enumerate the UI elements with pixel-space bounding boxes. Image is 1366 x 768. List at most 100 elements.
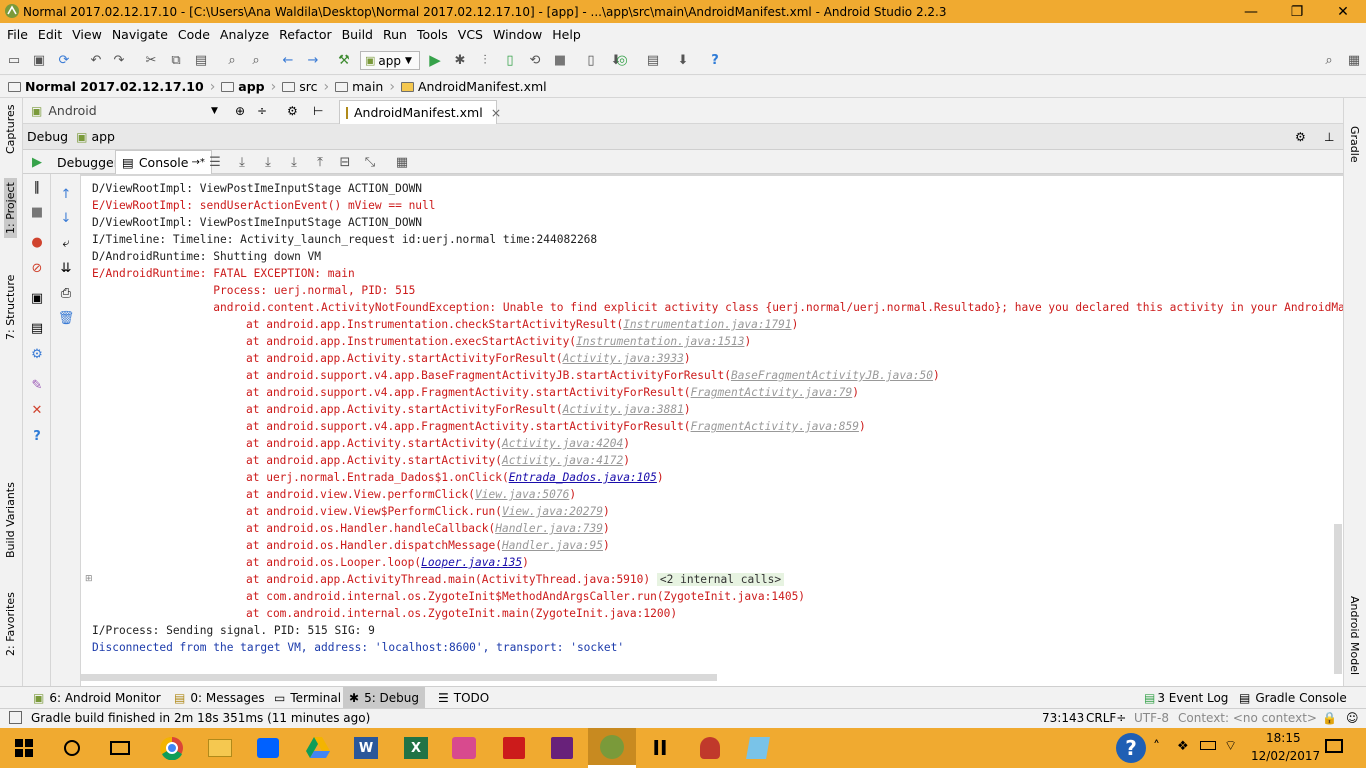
step-into-icon[interactable]: ⤓ [259, 153, 277, 171]
tool-window-toggle-icon[interactable] [9, 711, 22, 724]
internal-calls-hint[interactable]: <2 internal calls> [656, 573, 785, 586]
restore-layout-icon[interactable]: ▤ [29, 320, 45, 336]
pin-icon[interactable]: ✎ [29, 377, 45, 393]
fold-expand-icon[interactable]: ⊞ [85, 571, 93, 588]
paste-icon[interactable]: ▤ [192, 51, 210, 69]
menu-help[interactable]: Help [547, 27, 586, 42]
visual-studio-icon[interactable] [538, 728, 586, 768]
stack-frame-link[interactable]: FragmentActivity.java:79 [691, 386, 853, 399]
stack-frame-link[interactable]: Instrumentation.java:1791 [623, 318, 791, 331]
attach-debugger-icon[interactable]: ⫶ [476, 51, 494, 69]
breadcrumb-app[interactable]: app [221, 79, 265, 94]
menu-run[interactable]: Run [378, 27, 412, 42]
forward-icon[interactable]: → [304, 51, 322, 69]
tab-project[interactable]: 1: Project [4, 178, 17, 238]
cpu-z-icon[interactable]: II [636, 728, 684, 768]
clock-time[interactable]: 18:15 [1266, 731, 1301, 745]
notification-icon[interactable] [1325, 739, 1343, 753]
mute-breakpoints-icon[interactable]: ⊘ [29, 260, 45, 276]
save-icon[interactable]: ▣ [30, 51, 48, 69]
breadcrumb-main[interactable]: main [335, 79, 383, 94]
make-project-icon[interactable]: ⚒ [335, 51, 353, 69]
copy-icon[interactable]: ⧉ [167, 51, 185, 69]
redo-icon[interactable]: ↷ [110, 51, 128, 69]
sdk-download-icon[interactable]: ⬇ [674, 51, 692, 69]
rerun-icon[interactable]: ⟲ [526, 51, 544, 69]
menu-code[interactable]: Code [173, 27, 215, 42]
help-icon[interactable]: ? [29, 428, 45, 444]
search-icon[interactable]: ⌕ [223, 51, 241, 69]
open-folder-icon[interactable]: ▭ [5, 51, 23, 69]
down-arrow-icon[interactable]: ↓ [58, 210, 74, 226]
run-config-select[interactable]: ▣ app ▼ [360, 51, 420, 70]
close-icon[interactable]: ✕ [29, 402, 45, 418]
minimize-button[interactable]: — [1228, 0, 1274, 23]
menu-edit[interactable]: Edit [33, 27, 67, 42]
evaluate-icon[interactable]: ▦ [393, 153, 411, 171]
stack-frame-link[interactable]: FragmentActivity.java:859 [691, 420, 859, 433]
gear-icon[interactable]: ⚙ [287, 104, 298, 118]
tab-structure[interactable]: 7: Structure [4, 275, 17, 340]
tab-favorites[interactable]: 2: Favorites [4, 592, 17, 656]
settings-icon[interactable]: ⚙ [29, 346, 45, 362]
status-message[interactable]: Gradle build finished in 2m 18s 351ms (1… [31, 711, 370, 725]
scroll-to-end-icon[interactable]: ⇊ [58, 260, 74, 276]
breadcrumb-project[interactable]: Normal 2017.02.12.17.10 [8, 79, 204, 94]
battery-icon[interactable] [1200, 741, 1216, 750]
acrobat-icon[interactable] [490, 728, 538, 768]
back-icon[interactable]: ← [279, 51, 297, 69]
run-icon[interactable]: ▶ [426, 51, 444, 69]
help-icon[interactable]: ? [706, 51, 724, 69]
notepad-icon[interactable] [734, 728, 782, 768]
replace-icon[interactable]: ⌕ [247, 51, 265, 69]
excel-icon[interactable]: X [392, 728, 440, 768]
wifi-icon[interactable]: ⌔ [1224, 737, 1237, 755]
menu-view[interactable]: View [67, 27, 107, 42]
chevron-down-icon[interactable]: ▼ [211, 106, 218, 116]
close-icon[interactable]: × [491, 105, 501, 120]
breadcrumb-src[interactable]: src [282, 79, 318, 94]
tab-todo[interactable]: ☰ TODO [432, 687, 495, 709]
hector-icon[interactable]: ☺ [1346, 711, 1359, 725]
tab-build-variants[interactable]: Build Variants [4, 482, 17, 558]
context-indicator[interactable]: Context: <no context> [1178, 711, 1317, 725]
stack-frame-link[interactable]: Handler.java:95 [502, 539, 603, 552]
stack-frame-link[interactable]: Activity.java:3881 [563, 403, 684, 416]
help-circle-icon[interactable]: ? [1116, 733, 1146, 763]
camera-icon[interactable]: ▣ [29, 290, 45, 306]
stack-frame-link[interactable]: BaseFragmentActivityJB.java:50 [731, 369, 933, 382]
paint-icon[interactable] [440, 728, 488, 768]
close-button[interactable]: ✕ [1320, 0, 1366, 23]
stop-icon[interactable]: ■ [551, 51, 569, 69]
step-out-icon[interactable]: ⤒ [311, 153, 329, 171]
glove-icon[interactable] [686, 728, 734, 768]
tab-android-model[interactable]: Android Model [1348, 596, 1361, 675]
project-structure-icon[interactable]: ▤ [644, 51, 662, 69]
menu-tools[interactable]: Tools [412, 27, 453, 42]
tab-messages[interactable]: ▤ 0: Messages [168, 687, 271, 709]
soft-wrap-icon[interactable]: ⤶ [58, 235, 74, 251]
show-execution-point-icon[interactable]: ☰ [206, 153, 224, 171]
view-breakpoints-icon[interactable]: ● [29, 234, 45, 250]
dropbox-icon[interactable] [244, 728, 292, 768]
stack-frame-link[interactable]: Entrada_Dados.java:105 [509, 471, 657, 484]
menu-window[interactable]: Window [488, 27, 547, 42]
stop-icon[interactable]: ■ [29, 204, 45, 220]
menu-refactor[interactable]: Refactor [274, 27, 336, 42]
file-encoding[interactable]: UTF-8 [1134, 711, 1169, 725]
drop-frame-icon[interactable]: ⊟ [336, 153, 354, 171]
tab-android-monitor[interactable]: ▣ 6: Android Monitor [27, 687, 167, 709]
tab-gradle[interactable]: Gradle [1348, 126, 1361, 163]
horizontal-scrollbar[interactable] [81, 674, 717, 681]
sync-icon[interactable]: ⟳ [55, 51, 73, 69]
file-explorer-icon[interactable] [196, 728, 244, 768]
force-step-into-icon[interactable]: ⤓ [285, 153, 303, 171]
tab-debugger[interactable]: Debugger [51, 150, 125, 174]
menu-analyze[interactable]: Analyze [215, 27, 274, 42]
gear-icon[interactable]: ⚙ [1295, 130, 1306, 144]
debug-icon[interactable]: ✱ [451, 51, 469, 69]
stack-frame-link[interactable]: Handler.java:739 [495, 522, 603, 535]
cursor-position[interactable]: 73:143 [1042, 711, 1084, 725]
resume-icon[interactable]: ▶ [29, 154, 45, 170]
collapse-icon[interactable]: ÷ [257, 104, 267, 118]
